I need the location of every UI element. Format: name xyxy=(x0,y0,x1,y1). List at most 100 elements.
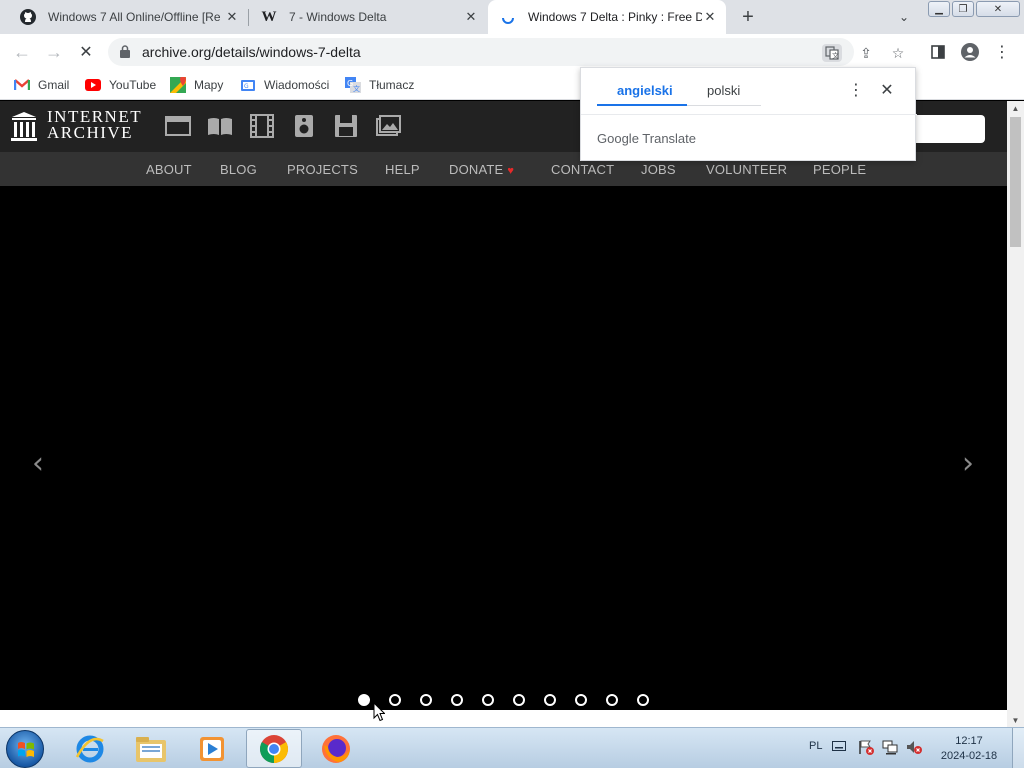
nav-donate-label: DONATE xyxy=(449,162,504,177)
scroll-up-arrow-icon[interactable]: ▲ xyxy=(1007,101,1024,115)
forward-button[interactable]: → xyxy=(42,40,66,64)
carousel-dot[interactable] xyxy=(451,694,463,706)
maps-icon xyxy=(170,77,186,93)
github-icon xyxy=(20,9,36,25)
browser-toolbar: ← → ✕ archive.org/details/windows-7-delt… xyxy=(0,34,1024,70)
tab-search-chevron-icon[interactable]: ⌄ xyxy=(894,8,914,26)
carousel-dot[interactable] xyxy=(389,694,401,706)
audio-speaker-icon[interactable] xyxy=(291,114,317,138)
bookmark-label: Gmail xyxy=(38,78,70,92)
texts-book-icon[interactable] xyxy=(207,114,233,138)
system-clock[interactable]: 12:17 2024-02-18 xyxy=(938,734,1000,764)
restore-button[interactable]: ❐ xyxy=(952,1,974,17)
keyboard-icon[interactable] xyxy=(832,741,846,754)
url-text[interactable]: archive.org/details/windows-7-delta xyxy=(142,44,361,60)
vertical-scrollbar[interactable]: ▲ ▼ xyxy=(1007,101,1024,727)
action-center-flag-icon[interactable] xyxy=(858,739,874,758)
scroll-down-arrow-icon[interactable]: ▼ xyxy=(1007,713,1024,727)
divider xyxy=(581,114,917,115)
bookmark-youtube[interactable]: YouTube xyxy=(85,76,156,94)
media-player-icon[interactable] xyxy=(184,729,240,768)
internet-archive-logo-icon[interactable] xyxy=(10,111,38,143)
carousel-dot[interactable] xyxy=(513,694,525,706)
network-icon[interactable] xyxy=(882,739,898,758)
gmail-icon xyxy=(14,77,30,93)
clock-time: 12:17 xyxy=(955,735,983,747)
carousel-dot[interactable] xyxy=(482,694,494,706)
windows-taskbar: PL 12:17 2024-02-18 xyxy=(0,727,1024,768)
file-explorer-icon[interactable] xyxy=(123,729,179,768)
youtube-icon xyxy=(85,77,101,93)
carousel-prev-chevron-icon[interactable]: ‹ xyxy=(26,445,50,481)
nav-blog[interactable]: BLOG xyxy=(220,162,257,177)
carousel-dot[interactable] xyxy=(637,694,649,706)
carousel-dot[interactable] xyxy=(420,694,432,706)
wordmark-line2: ARCHIVE xyxy=(47,123,134,142)
new-tab-button[interactable]: + xyxy=(736,6,760,28)
nav-about[interactable]: ABOUT xyxy=(146,162,192,177)
tab-windows-delta-wiki[interactable]: W 7 - Windows Delta ✕ xyxy=(249,0,487,34)
translate-popup: angielski polski ⋮ ✕ Google Translate xyxy=(580,67,917,161)
loading-spinner-icon xyxy=(500,9,516,25)
page-bottom-strip xyxy=(0,710,1007,727)
nav-donate[interactable]: DONATE ♥ xyxy=(449,162,514,177)
carousel-dot[interactable] xyxy=(358,694,370,706)
tab-strip: Windows 7 All Online/Offline [Re ✕ W 7 -… xyxy=(0,0,1024,34)
carousel-dot[interactable] xyxy=(544,694,556,706)
bookmark-label: Wiadomości xyxy=(264,78,330,92)
svg-text:文: 文 xyxy=(353,84,360,93)
back-button[interactable]: ← xyxy=(10,40,34,64)
images-icon[interactable] xyxy=(375,114,401,138)
close-icon[interactable]: ✕ xyxy=(878,80,896,100)
firefox-icon[interactable] xyxy=(308,729,364,768)
software-floppy-icon[interactable] xyxy=(333,114,359,138)
close-tab-icon[interactable]: ✕ xyxy=(224,9,240,25)
show-desktop-button[interactable] xyxy=(1012,728,1024,768)
chrome-icon[interactable] xyxy=(246,729,302,768)
close-tab-icon[interactable]: ✕ xyxy=(702,9,718,25)
carousel-dot[interactable] xyxy=(575,694,587,706)
carousel-next-chevron-icon[interactable]: › xyxy=(956,445,980,481)
bookmark-label: Mapy xyxy=(194,78,224,92)
google-translate-brand: Google Translate xyxy=(597,131,697,146)
scrollbar-thumb[interactable] xyxy=(1010,117,1021,247)
nav-help[interactable]: HELP xyxy=(385,162,420,177)
bookmark-mapy[interactable]: Mapy xyxy=(170,76,223,94)
start-button[interactable] xyxy=(6,730,44,768)
bookmark-wiadomosci[interactable]: G Wiadomości xyxy=(240,76,329,94)
nav-people[interactable]: PEOPLE xyxy=(813,162,866,177)
minimize-button[interactable]: ▁ xyxy=(928,1,950,17)
bookmark-tlumacz[interactable]: G文 Tłumacz xyxy=(345,76,414,94)
translate-target-lang-tab[interactable]: polski xyxy=(707,83,740,98)
web-icon[interactable] xyxy=(165,114,191,138)
language-indicator[interactable]: PL xyxy=(809,740,822,752)
stop-loading-button[interactable]: ✕ xyxy=(74,40,98,64)
nav-jobs[interactable]: JOBS xyxy=(641,162,676,177)
nav-projects[interactable]: PROJECTS xyxy=(287,162,358,177)
archive-wordmark[interactable]: INTERNET ARCHIVE xyxy=(47,108,142,142)
bookmark-gmail[interactable]: Gmail xyxy=(14,76,69,94)
profile-avatar-icon[interactable] xyxy=(960,42,980,62)
close-tab-icon[interactable]: ✕ xyxy=(463,9,479,25)
internet-explorer-icon[interactable] xyxy=(62,729,118,768)
tab-windows7-delta-archive[interactable]: Windows 7 Delta : Pinky : Free Do ✕ xyxy=(488,0,726,34)
tab-windows7-github[interactable]: Windows 7 All Online/Offline [Re ✕ xyxy=(8,0,248,34)
bookmark-star-icon[interactable]: ☆ xyxy=(888,44,908,62)
close-window-button[interactable]: ✕ xyxy=(976,1,1020,17)
heart-icon: ♥ xyxy=(507,165,515,177)
address-bar[interactable]: archive.org/details/windows-7-delta 文 ⇪ … xyxy=(108,38,904,66)
video-film-icon[interactable] xyxy=(249,114,275,138)
nav-contact[interactable]: CONTACT xyxy=(551,162,614,177)
translate-page-icon[interactable]: 文 xyxy=(822,44,842,62)
lock-icon[interactable] xyxy=(120,45,130,58)
nav-volunteer[interactable]: VOLUNTEER xyxy=(706,162,787,177)
volume-muted-icon[interactable] xyxy=(906,739,922,758)
share-icon[interactable]: ⇪ xyxy=(856,44,876,62)
carousel-dot[interactable] xyxy=(606,694,618,706)
side-panel-icon[interactable] xyxy=(928,42,948,62)
tab-title: Windows 7 All Online/Offline [Re xyxy=(48,10,221,24)
menu-kebab-icon[interactable]: ⋮ xyxy=(992,42,1012,62)
bookmark-label: YouTube xyxy=(109,78,157,92)
translate-source-lang-tab[interactable]: angielski xyxy=(617,83,673,98)
more-options-icon[interactable]: ⋮ xyxy=(848,80,864,100)
